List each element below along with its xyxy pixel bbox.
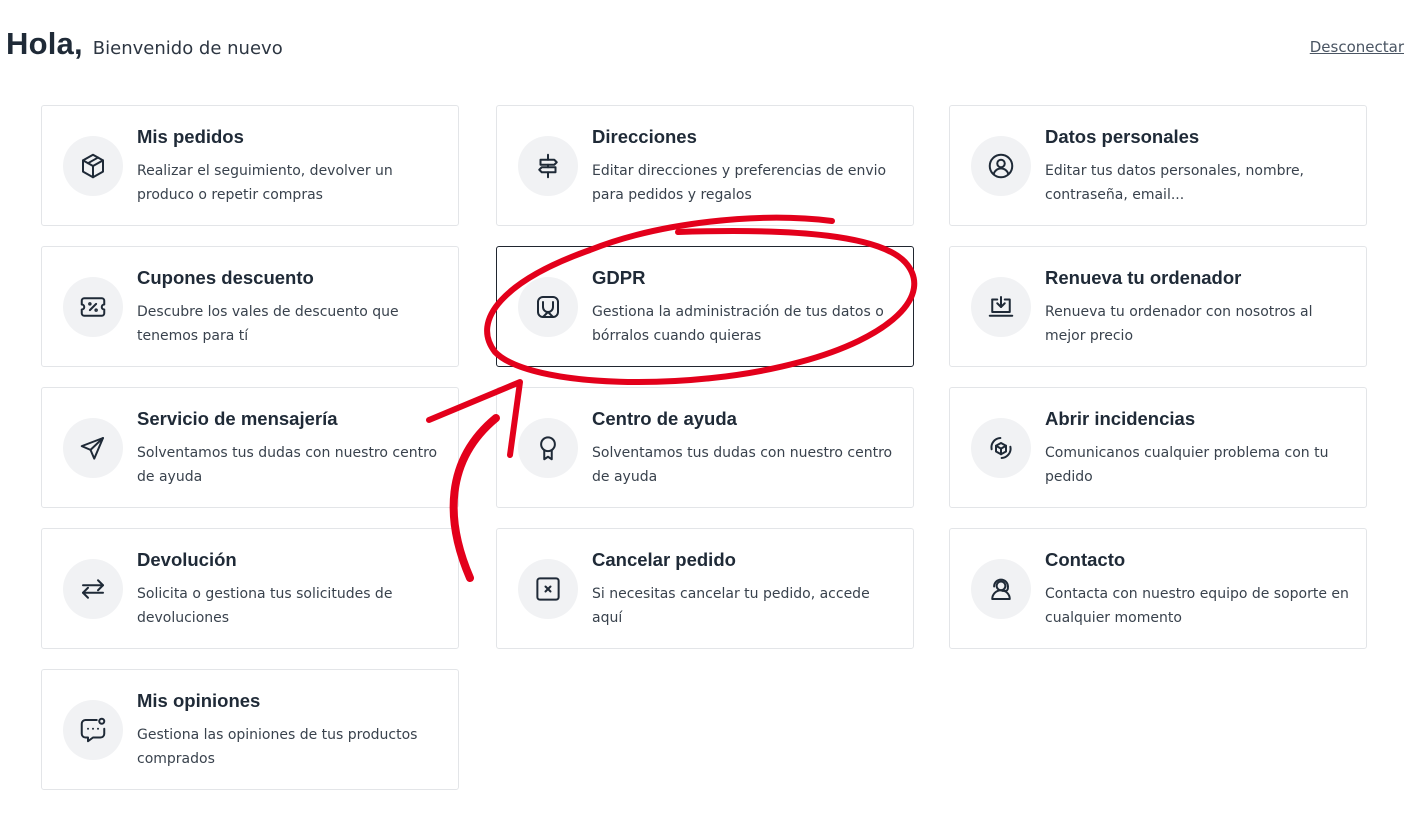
card-description: Editar direcciones y preferencias de env… [592,163,887,203]
card-cancelar-pedido[interactable]: Cancelar pedido Si necesitas cancelar tu… [496,528,914,649]
card-datos-personales[interactable]: Datos personales Editar tus datos person… [949,105,1367,226]
card-description: Solventamos tus dudas con nuestro centro… [592,445,893,485]
card-description: Gestiona la administración de tus datos … [592,304,884,344]
card-abrir-incidencias[interactable]: Abrir incidencias Comunicanos cualquier … [949,387,1367,508]
card-title: Cupones descuento [137,267,314,288]
card-description: Renueva tu ordenador con nosotros al mej… [1045,304,1313,344]
card-description: Si necesitas cancelar tu pedido, accede … [592,586,870,626]
card-description: Comunicanos cualquier problema con tu pe… [1045,445,1329,485]
card-mis-opiniones[interactable]: Mis opiniones Gestiona las opiniones de … [41,669,459,790]
card-description: Realizar el seguimiento, devolver un pro… [137,163,393,203]
card-direcciones[interactable]: Direcciones Editar direcciones y prefere… [496,105,914,226]
card-title: Datos personales [1045,126,1200,147]
award-icon [518,418,578,478]
greeting-subtitle: Bienvenido de nuevo [92,38,283,59]
card-contacto[interactable]: Contacto Contacta con nuestro equipo de … [949,528,1367,649]
annotation-arrow-shaft [449,414,500,582]
card-description: Gestiona las opiniones de tus productos … [137,727,418,767]
card-centro-ayuda[interactable]: Centro de ayuda Solventamos tus dudas co… [496,387,914,508]
card-description: Solicita o gestiona tus solicitudes de d… [137,586,393,626]
card-gdpr[interactable]: GDPR Gestiona la administración de tus d… [496,246,914,367]
card-title: Mis pedidos [137,126,244,147]
box-rotate-icon [971,418,1031,478]
card-description: Solventamos tus dudas con nuestro centro… [137,445,438,485]
card-title: Direcciones [592,126,697,147]
signpost-icon [518,136,578,196]
card-title: GDPR [592,267,646,288]
send-icon [63,418,123,478]
ticket-icon [63,277,123,337]
greeting-title: Hola, [6,26,83,61]
card-title: Renueva tu ordenador [1045,267,1242,288]
card-title: Cancelar pedido [592,549,736,570]
card-description: Editar tus datos personales, nombre, con… [1045,163,1305,203]
square-x-icon [518,559,578,619]
laptop-download-icon [971,277,1031,337]
card-mis-pedidos[interactable]: Mis pedidos Realizar el seguimiento, dev… [41,105,459,226]
card-title: Servicio de mensajería [137,408,338,429]
card-title: Abrir incidencias [1045,408,1196,429]
card-renueva-ordenador[interactable]: Renueva tu ordenador Renueva tu ordenado… [949,246,1367,367]
card-description: Contacta con nuestro equipo de soporte e… [1045,586,1349,626]
card-description: Descubre los vales de descuento que tene… [137,304,399,344]
card-title: Centro de ayuda [592,408,737,429]
user-circle-icon [971,136,1031,196]
card-title: Contacto [1045,549,1126,570]
message-dots-icon [63,700,123,760]
card-devolucion[interactable]: Devolución Solicita o gestiona tus solic… [41,528,459,649]
card-cupones-descuento[interactable]: Cupones descuento Descubre los vales de … [41,246,459,367]
logout-link[interactable]: Desconectar [1310,38,1404,56]
card-title: Mis opiniones [137,690,261,711]
headset-icon [971,559,1031,619]
greeting-header: Hola, Bienvenido de nuevo [6,26,283,62]
shield-icon [518,277,578,337]
arrows-exchange-icon [63,559,123,619]
card-servicio-mensajeria[interactable]: Servicio de mensajería Solventamos tus d… [41,387,459,508]
box-icon [63,136,123,196]
card-title: Devolución [137,549,237,570]
